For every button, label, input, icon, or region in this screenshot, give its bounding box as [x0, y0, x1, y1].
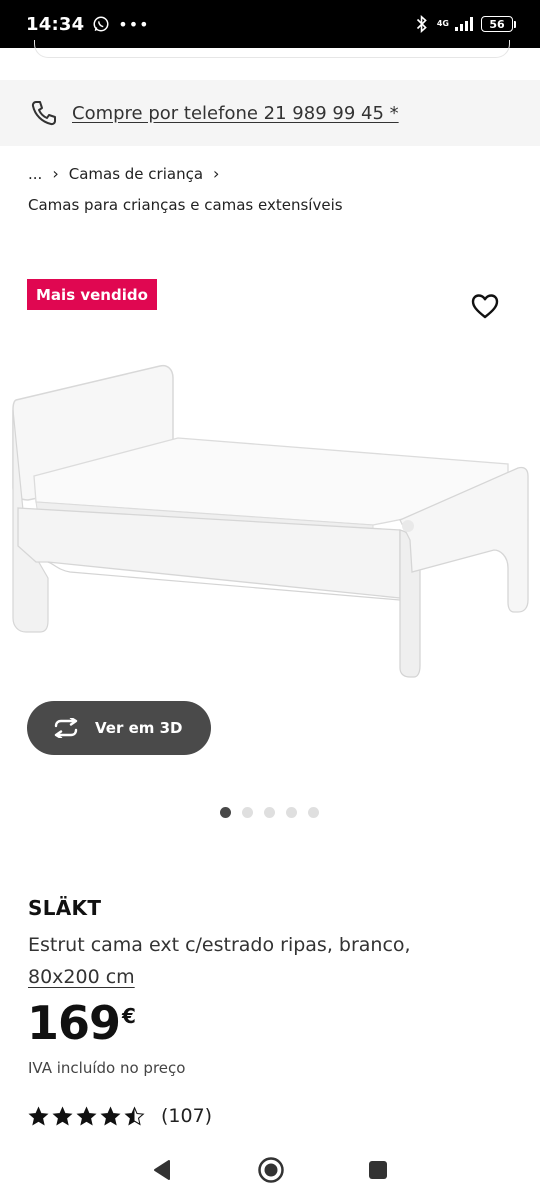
product-image-bed[interactable] — [0, 350, 540, 700]
product-brand: SLÄKT — [28, 896, 102, 920]
star-half-icon — [124, 1105, 145, 1125]
signal-icon — [455, 17, 473, 31]
whatsapp-icon — [93, 16, 109, 32]
carousel-dot[interactable] — [242, 807, 253, 818]
battery-level: 56 — [481, 16, 513, 32]
carousel-dot[interactable] — [220, 807, 231, 818]
product-description: Estrut cama ext c/estrado ripas, branco,… — [28, 929, 508, 993]
heart-icon[interactable] — [470, 292, 500, 320]
chevron-right-icon: › — [52, 164, 59, 183]
rotate-3d-icon — [54, 718, 78, 738]
rating-stars — [28, 1105, 145, 1127]
phone-link[interactable]: Compre por telefone 21 989 99 45 * — [72, 103, 399, 124]
carousel-indicator — [220, 807, 319, 818]
star-full-icon — [28, 1105, 49, 1125]
size-link[interactable]: 80x200 cm — [28, 966, 135, 988]
system-nav-bar — [0, 1140, 540, 1200]
breadcrumb-ellipsis[interactable]: ... — [28, 165, 42, 183]
recents-icon[interactable] — [367, 1159, 389, 1181]
rating[interactable]: (107) — [28, 1105, 212, 1127]
back-icon[interactable] — [151, 1158, 175, 1182]
search-bar-edge[interactable] — [34, 40, 510, 58]
network-type: 4G — [436, 19, 449, 28]
star-full-icon — [76, 1105, 97, 1125]
breadcrumb-item-current[interactable]: Camas para crianças e camas extensíveis — [28, 196, 343, 214]
breadcrumb-item-camas-crianca[interactable]: Camas de criança — [69, 165, 203, 183]
status-time: 14:34 — [26, 13, 85, 35]
star-full-icon — [100, 1105, 121, 1125]
breadcrumb: ... › Camas de criança › — [28, 164, 219, 183]
carousel-dot[interactable] — [286, 807, 297, 818]
chevron-right-icon: › — [213, 164, 220, 183]
phone-icon — [31, 101, 56, 126]
carousel-dot[interactable] — [308, 807, 319, 818]
view-3d-label: Ver em 3D — [95, 719, 183, 737]
review-count[interactable]: (107) — [161, 1105, 212, 1127]
product-description-text: Estrut cama ext c/estrado ripas, branco, — [28, 934, 411, 956]
bluetooth-icon — [416, 15, 427, 33]
home-icon[interactable] — [257, 1156, 285, 1184]
phone-banner[interactable]: Compre por telefone 21 989 99 45 * — [0, 80, 540, 146]
price-value: 169 — [27, 996, 121, 1050]
battery-icon: 56 — [481, 16, 516, 32]
carousel-dot[interactable] — [264, 807, 275, 818]
product-price: 169 € — [27, 996, 136, 1050]
network-indicator: 4G — [437, 20, 449, 28]
more-notifications-icon: ••• — [118, 14, 150, 34]
view-3d-button[interactable]: Ver em 3D — [27, 701, 211, 755]
vat-note: IVA incluído no preço — [28, 1059, 186, 1077]
price-currency: € — [122, 1004, 136, 1028]
best-seller-badge: Mais vendido — [27, 279, 157, 310]
star-full-icon — [52, 1105, 73, 1125]
